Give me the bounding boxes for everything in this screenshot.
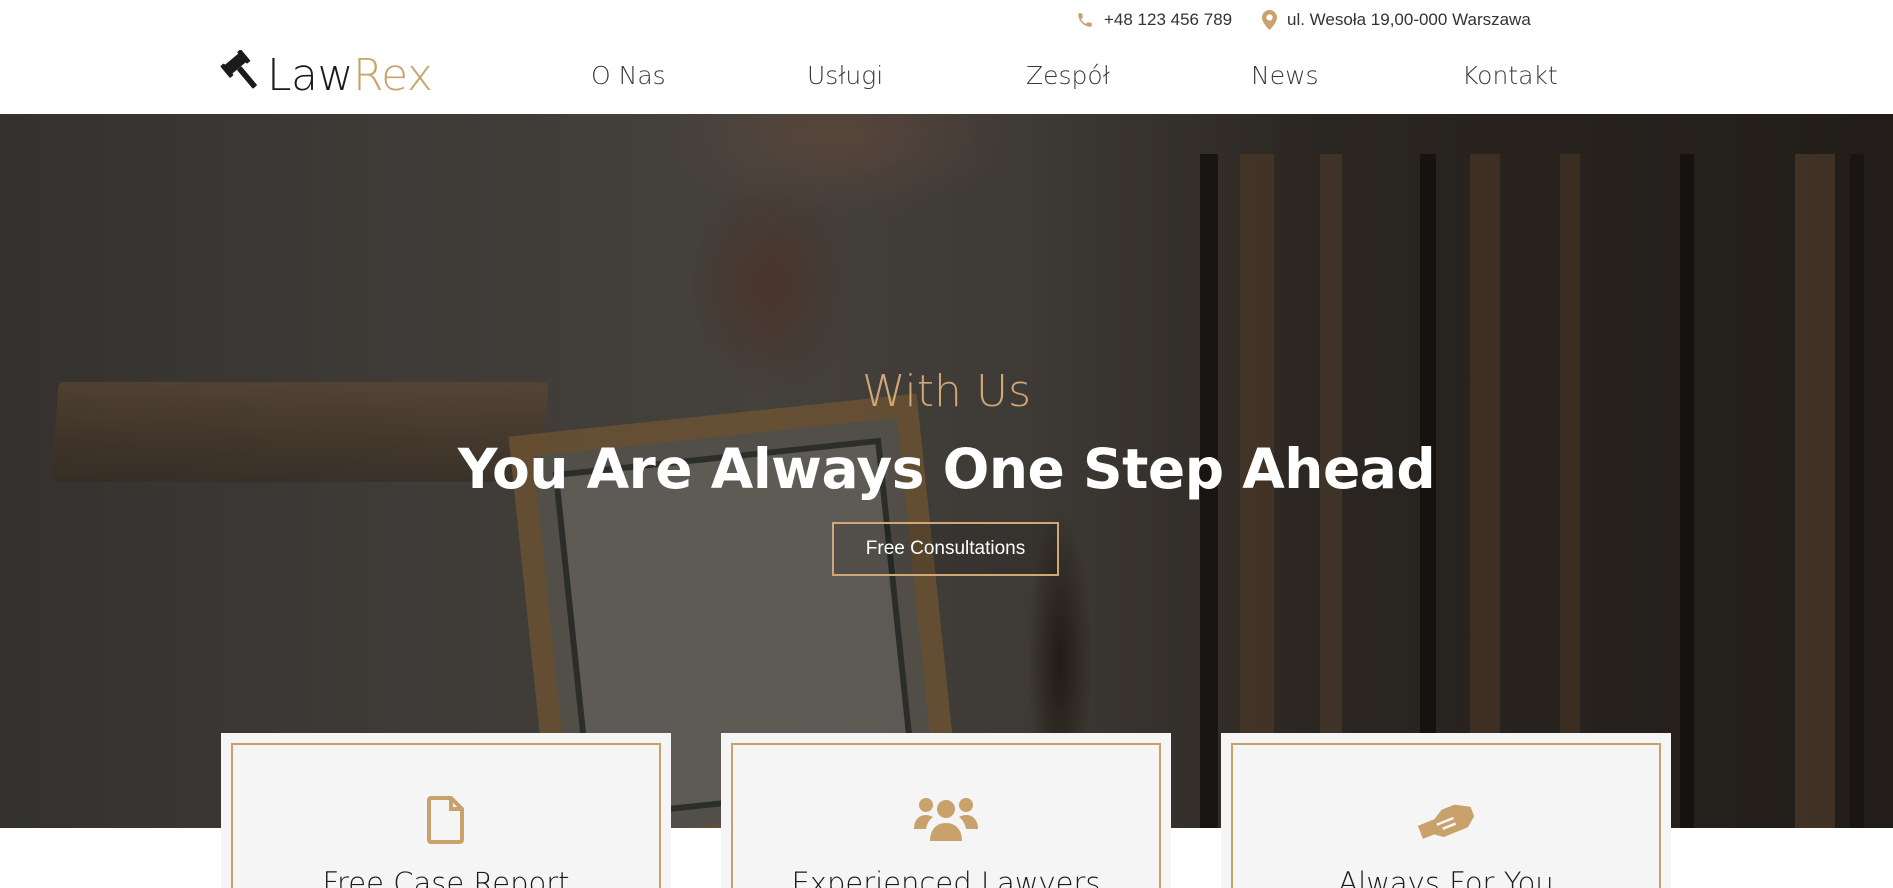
document-icon — [221, 795, 671, 845]
nav-item-zespol[interactable]: Zespół — [1026, 61, 1110, 90]
feature-title: Experienced Lawyers — [791, 866, 1101, 888]
hero-title: You Are Always One Step Ahead — [457, 437, 1436, 501]
hero-section: With Us You Are Always One Step Ahead Fr… — [0, 114, 1893, 828]
contact-phone[interactable]: +48 123 456 789 — [1076, 10, 1232, 30]
users-icon — [721, 795, 1171, 845]
handshake-icon — [1221, 795, 1671, 847]
main-nav: O Nas Usługi Zespół News Kontakt — [0, 61, 1893, 101]
nav-item-news[interactable]: News — [1251, 61, 1319, 90]
nav-item-kontakt[interactable]: Kontakt — [1462, 61, 1558, 90]
feature-title: Always For You — [1338, 866, 1554, 888]
feature-card-experienced-lawyers[interactable]: Experienced Lawyers — [721, 733, 1171, 888]
feature-title: Free Case Report — [322, 866, 570, 888]
site-header: Law Rex O Nas Usługi Zespół News Kontakt — [0, 42, 1893, 114]
address-text: ul. Wesoła 19,00-000 Warszawa — [1287, 10, 1531, 29]
nav-item-o-nas[interactable]: O Nas — [591, 61, 666, 90]
free-consultations-button[interactable]: Free Consultations — [832, 522, 1059, 576]
phone-number: +48 123 456 789 — [1104, 10, 1233, 29]
feature-card-free-case-report[interactable]: Free Case Report — [221, 733, 671, 888]
phone-icon — [1076, 11, 1094, 29]
nav-item-uslugi[interactable]: Usługi — [807, 61, 883, 90]
feature-card-always-for-you[interactable]: Always For You — [1221, 733, 1671, 888]
top-contact-bar: +48 123 456 789 ul. Wesoła 19,00-000 War… — [0, 0, 1893, 42]
map-pin-icon — [1262, 10, 1277, 30]
contact-address[interactable]: ul. Wesoła 19,00-000 Warszawa — [1262, 10, 1531, 30]
hero-subtitle: With Us — [861, 366, 1032, 417]
